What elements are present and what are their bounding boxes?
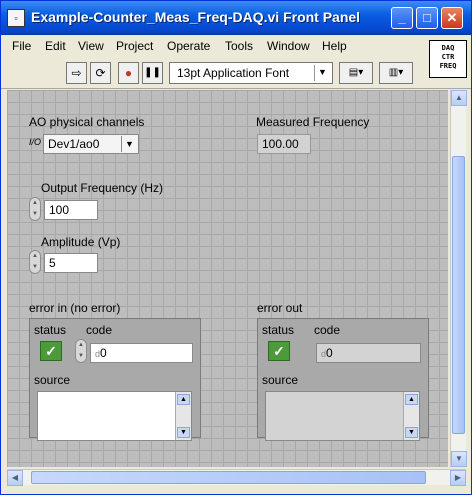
menu-window[interactable]: Window: [267, 39, 310, 53]
menu-view[interactable]: View: [78, 39, 104, 53]
amplitude-stepper[interactable]: ▲ ▼: [29, 250, 41, 274]
ao-channels-value: Dev1/ao0: [48, 137, 100, 151]
error-in-cluster: status code ✓ ▲ ▼ d0 source ▲ ▼: [29, 318, 201, 441]
error-in-code-label: code: [86, 323, 113, 337]
run-continuously-button[interactable]: ⟳: [90, 62, 111, 84]
scroll-left-icon[interactable]: ◀: [7, 470, 23, 486]
scroll-down-icon[interactable]: ▼: [405, 427, 418, 438]
close-button[interactable]: ✕: [441, 7, 463, 29]
run-button[interactable]: ⇨: [66, 62, 87, 84]
vertical-scroll-thumb[interactable]: [452, 156, 465, 434]
measured-frequency-indicator: 100.00: [257, 134, 311, 154]
menu-tools[interactable]: Tools: [225, 39, 253, 53]
minimize-button[interactable]: _: [391, 7, 413, 29]
decrement-icon[interactable]: ▼: [76, 351, 86, 362]
front-panel-window: ▫ Example-Counter_Meas_Freq-DAQ.vi Front…: [0, 0, 472, 495]
error-out-source-scrollbar[interactable]: ▲ ▼: [403, 392, 419, 440]
ao-channels-select[interactable]: Dev1/ao0 ▼: [43, 134, 139, 154]
increment-icon[interactable]: ▲: [30, 198, 40, 209]
scroll-up-icon[interactable]: ▲: [451, 90, 467, 106]
front-panel-canvas: AO physical channels I/O Dev1/ao0 ▼ Meas…: [7, 90, 448, 467]
horizontal-scrollbar[interactable]: ◀ ▶: [7, 469, 466, 486]
vertical-scrollbar[interactable]: ▲ ▼: [450, 90, 467, 467]
amplitude-input[interactable]: 5: [44, 253, 98, 273]
error-out-label: error out: [257, 301, 303, 315]
menu-bar: File Edit View Project Operate Tools Win…: [1, 36, 471, 58]
increment-icon[interactable]: ▲: [30, 251, 40, 262]
menu-operate[interactable]: Operate: [167, 39, 210, 53]
error-out-cluster: status code ✓ d0 source ▲ ▼: [257, 318, 429, 441]
error-out-code-value: 0: [326, 346, 333, 360]
scroll-right-icon[interactable]: ▶: [450, 470, 466, 486]
output-frequency-stepper[interactable]: ▲ ▼: [29, 197, 41, 221]
error-in-source-label: source: [34, 373, 71, 387]
maximize-button[interactable]: □: [416, 7, 438, 29]
increment-icon[interactable]: ▲: [76, 340, 86, 351]
ao-channels-label: AO physical channels: [29, 115, 145, 129]
vi-icon-line-3: FREQ: [439, 62, 457, 70]
distribute-objects-button[interactable]: ▥▾: [379, 62, 413, 84]
menu-file[interactable]: File: [12, 39, 31, 53]
io-icon: I/O: [29, 137, 42, 147]
scroll-up-icon[interactable]: ▲: [177, 394, 190, 405]
error-out-status-label: status: [262, 323, 295, 337]
chevron-down-icon[interactable]: ▼: [121, 136, 137, 152]
error-in-code-input[interactable]: d0: [90, 343, 193, 363]
scroll-down-icon[interactable]: ▼: [177, 427, 190, 438]
error-out-status-check-icon: ✓: [268, 341, 290, 361]
font-dropdown[interactable]: 13pt Application Font ▼: [169, 62, 333, 84]
error-in-source-scrollbar[interactable]: ▲ ▼: [175, 392, 191, 440]
window-title: Example-Counter_Meas_Freq-DAQ.vi Front P…: [31, 9, 361, 25]
error-in-label: error in (no error): [29, 301, 121, 315]
error-in-code-value: 0: [100, 346, 107, 360]
chevron-down-icon: ▼: [314, 65, 330, 81]
vi-icon: DAQ CTR FREQ: [429, 40, 467, 78]
font-dropdown-value: 13pt Application Font: [177, 66, 290, 80]
error-in-status-check-icon[interactable]: ✓: [40, 341, 62, 361]
vi-icon-line-2: CTR: [441, 53, 455, 61]
error-out-source-label: source: [262, 373, 299, 387]
decrement-icon[interactable]: ▼: [30, 262, 40, 273]
menu-help[interactable]: Help: [322, 39, 347, 53]
title-bar[interactable]: ▫ Example-Counter_Meas_Freq-DAQ.vi Front…: [1, 1, 471, 35]
menu-edit[interactable]: Edit: [45, 39, 66, 53]
menu-project[interactable]: Project: [116, 39, 153, 53]
amplitude-label: Amplitude (Vp): [41, 235, 121, 249]
abort-button[interactable]: ●: [118, 62, 139, 84]
error-in-status-label: status: [34, 323, 67, 337]
output-frequency-input[interactable]: 100: [44, 200, 98, 220]
error-out-code-indicator: d0: [316, 343, 421, 363]
error-in-code-stepper[interactable]: ▲ ▼: [75, 339, 87, 363]
pause-button[interactable]: ❚❚: [142, 62, 163, 84]
error-in-source-input[interactable]: ▲ ▼: [37, 391, 192, 441]
scroll-down-icon[interactable]: ▼: [451, 451, 467, 467]
output-frequency-label: Output Frequency (Hz): [41, 181, 164, 195]
vi-icon-line-1: DAQ: [441, 44, 455, 52]
error-out-source-indicator: ▲ ▼: [265, 391, 420, 441]
vi-app-icon: ▫: [7, 9, 25, 27]
horizontal-scroll-thumb[interactable]: [31, 471, 426, 484]
measured-frequency-label: Measured Frequency: [256, 115, 370, 129]
decrement-icon[interactable]: ▼: [30, 209, 40, 220]
error-out-code-label: code: [314, 323, 341, 337]
align-objects-button[interactable]: ▤▾: [339, 62, 373, 84]
scroll-up-icon[interactable]: ▲: [405, 394, 418, 405]
